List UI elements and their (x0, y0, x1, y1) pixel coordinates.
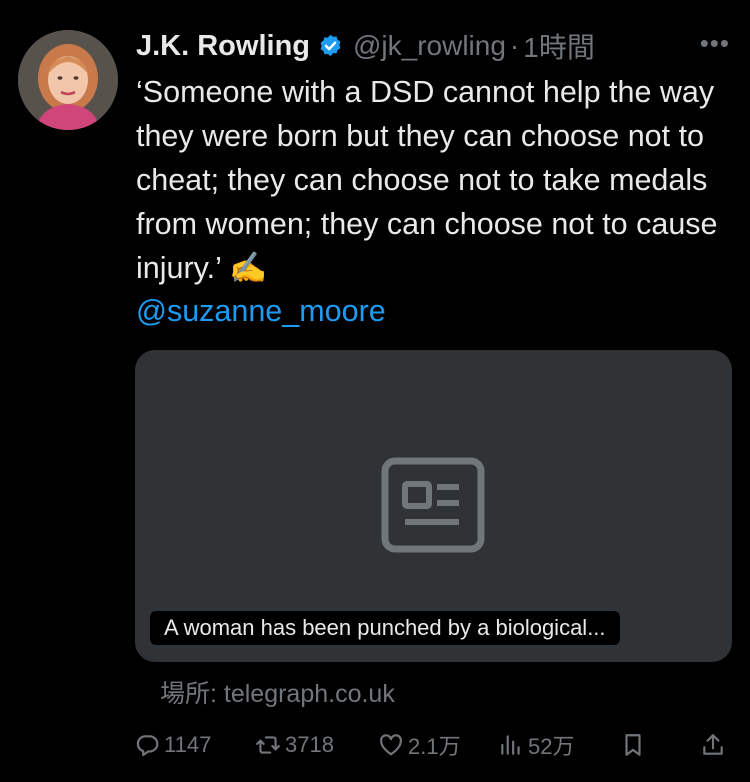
views-button[interactable]: 52万 (498, 728, 574, 762)
tweet-header: J.K. Rowling @jk_rowling · 1時間 ••• (136, 28, 730, 64)
bookmark-button[interactable] (620, 728, 646, 762)
avatar-image (18, 30, 118, 130)
more-options-icon[interactable]: ••• (700, 28, 730, 59)
mention-link[interactable]: @suzanne_moore (136, 289, 386, 333)
retweet-icon (256, 736, 280, 754)
card-source[interactable]: 場所: telegraph.co.uk (160, 674, 395, 710)
news-article-icon (381, 457, 485, 553)
like-button[interactable]: 2.1万 (378, 728, 461, 762)
retweet-count: 3718 (285, 732, 334, 757)
link-card[interactable]: A woman has been punched by a biological… (135, 350, 732, 662)
reply-button[interactable]: 1147 (134, 728, 211, 762)
views-count: 52万 (528, 734, 575, 759)
tweet[interactable]: J.K. Rowling @jk_rowling · 1時間 ••• ‘Some… (0, 0, 750, 782)
share-icon (703, 734, 723, 755)
verified-badge-icon[interactable] (317, 33, 344, 60)
reply-count: 1147 (164, 732, 212, 757)
retweet-button[interactable]: 3718 (255, 728, 334, 762)
share-button[interactable] (700, 728, 726, 762)
avatar[interactable] (18, 30, 118, 130)
like-count: 2.1万 (408, 734, 461, 759)
views-chart-icon (501, 735, 520, 755)
action-bar: 1147 3718 2.1万 52万 (134, 728, 732, 762)
heart-icon (380, 734, 402, 756)
tweet-text: ‘Someone with a DSD cannot help the way … (136, 75, 718, 285)
header-separator: · (509, 30, 520, 61)
card-caption: A woman has been punched by a biological… (150, 611, 620, 645)
reply-icon (136, 735, 159, 757)
tweet-timestamp[interactable]: 1時間 (523, 26, 595, 66)
bookmark-icon (625, 734, 641, 756)
author-handle[interactable]: @jk_rowling (353, 30, 506, 62)
author-name[interactable]: J.K. Rowling (136, 30, 310, 63)
